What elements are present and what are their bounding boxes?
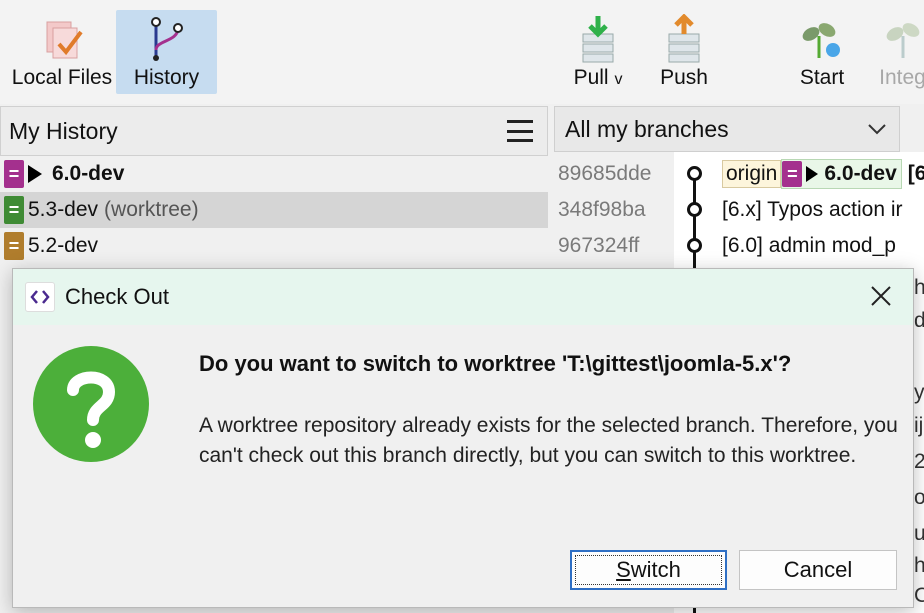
push-label: Push [660,66,708,89]
local-files-icon [46,21,83,59]
switch-button[interactable]: Switch [570,550,727,590]
start-button[interactable]: Start [790,10,854,94]
history-button[interactable]: History [116,10,217,94]
branch-tag: = 6.0-dev [781,159,902,189]
branch-equal-badge-icon: = [4,160,24,188]
cancel-button[interactable]: Cancel [739,550,897,590]
dialog-title-bar: Check Out [13,269,913,325]
dialog-heading: Do you want to switch to worktree 'T:\gi… [199,351,792,376]
branch-equal-badge-icon: = [782,161,803,187]
local-files-label: Local Files [11,66,113,89]
dialog-body-text: A worktree repository already exists for… [199,414,898,467]
pull-icon [582,16,614,63]
branch-name: 5.2-dev [28,234,99,257]
integrate-icon [886,23,920,58]
commit-message: [6 [907,162,924,185]
commit-row[interactable]: 967324ff [6.0] admin mod_p [554,228,924,264]
integrate-button[interactable]: Integr [866,10,924,94]
commit-node [687,238,702,253]
branch-equal-badge-icon: = [4,232,24,260]
dialog-title: Check Out [65,284,169,309]
origin-tag: origin [722,160,782,188]
branch-name: 5.3-dev [28,198,99,221]
start-label: Start [799,66,845,89]
branch-name: 6.0-dev [52,162,125,185]
question-icon [33,346,149,462]
branch-suffix: (worktree) [104,198,199,221]
close-icon[interactable] [869,284,893,308]
branch-item-5-3-dev[interactable]: = 5.3-dev (worktree) [0,192,548,228]
current-branch-triangle-icon [28,165,42,183]
history-branch-icon [150,17,183,61]
history-label: History [133,66,200,89]
commit-hash: 89685dde [558,162,652,185]
branch-list: = 6.0-dev = 5.3-dev (worktree) = 5.2-dev [0,156,548,264]
commit-message: [6.x] Typos action ir [722,198,903,221]
pull-label: Pull v [573,66,623,89]
my-history-header: My History [0,106,548,156]
partial-right-fragments: h d y ij 2 os u h C [914,276,924,607]
branch-item-5-2-dev[interactable]: = 5.2-dev [0,228,548,264]
commit-node [687,202,702,217]
branch-filter-dropdown[interactable]: All my branches [554,106,900,152]
commit-row[interactable]: 348f98ba [6.x] Typos action ir [554,192,924,228]
checkout-dialog: Check Out Do you want to switch to workt… [12,268,914,608]
start-sprout-icon [802,23,840,58]
commit-hash: 348f98ba [558,198,646,221]
commit-node [687,166,702,181]
chevron-down-icon [868,124,886,135]
commit-hash: 967324ff [558,234,640,257]
branch-filter-value: All my branches [565,115,729,142]
branch-equal-badge-icon: = [4,196,24,224]
app-code-icon [25,282,55,312]
commit-row[interactable]: 89685dde origin = 6.0-dev [6 [554,156,924,192]
toolbar: Local Files History Pull v Push Start In… [0,0,924,104]
current-branch-triangle-icon [806,166,819,182]
local-files-button[interactable]: Local Files [10,10,114,94]
hamburger-menu-icon[interactable] [507,120,533,142]
commit-message: [6.0] admin mod_p [722,234,896,257]
pull-button[interactable]: Pull v [562,10,634,94]
push-button[interactable]: Push [650,10,718,94]
integrate-label: Integr [879,66,924,89]
push-icon [668,14,700,63]
my-history-title: My History [9,117,118,144]
branch-item-6-0-dev[interactable]: = 6.0-dev [0,156,548,192]
